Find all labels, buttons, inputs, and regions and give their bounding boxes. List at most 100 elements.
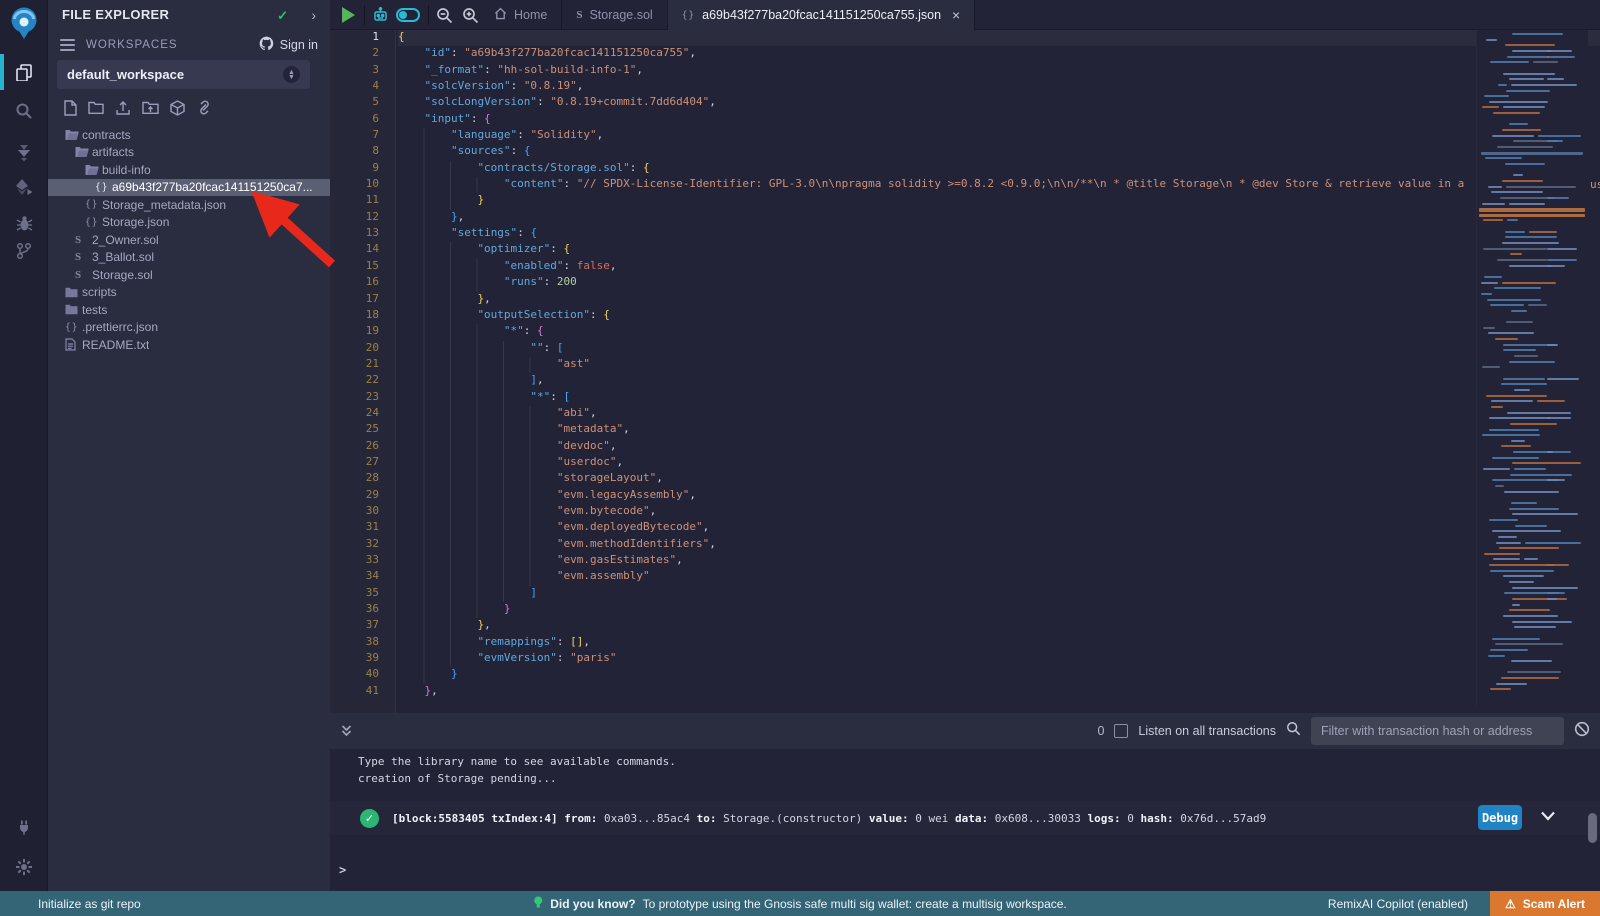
code-line[interactable]: { [398,30,1600,46]
code-line[interactable]: "outputSelection": { [398,308,1600,324]
code-line[interactable]: "evm.deployedBytecode", [398,520,1600,536]
file-tree-row[interactable]: S3_Ballot.sol [48,249,330,267]
init-git-repo-button[interactable]: Initialize as git repo [38,897,141,911]
git-icon[interactable] [0,236,48,266]
minimap[interactable] [1476,30,1588,706]
code-line[interactable]: "enabled": false, [398,259,1600,275]
file-tree-row[interactable]: scripts [48,284,330,302]
expand-terminal-icon[interactable] [340,724,353,738]
code-line[interactable]: "input": { [398,112,1600,128]
code-line[interactable]: ] [398,586,1600,602]
code-line[interactable]: "_format": "hh-sol-build-info-1", [398,63,1600,79]
run-script-button[interactable] [342,0,355,30]
github-sign-in-button[interactable]: Sign in [259,36,318,54]
tab-build-info-json[interactable]: {} a69b43f277ba20fcac141151250ca755.json… [668,0,976,30]
code-line[interactable]: ], [398,373,1600,389]
code-line[interactable]: "ast" [398,357,1600,373]
code-line[interactable]: "evm.bytecode", [398,504,1600,520]
code-line[interactable]: "*": { [398,324,1600,340]
github-icon [259,36,274,54]
debugger-icon[interactable] [0,208,48,238]
code-line[interactable]: "optimizer": { [398,242,1600,258]
code-line[interactable]: "abi", [398,406,1600,422]
upload-file-icon[interactable] [115,100,131,121]
code-line[interactable]: "evm.legacyAssembly", [398,488,1600,504]
minimap-line [1515,525,1548,527]
code-line[interactable]: }, [398,618,1600,634]
transaction-row[interactable]: ✓ [block:5583405 txIndex:4] from: 0xa03.… [330,801,1600,835]
code-line[interactable]: "solcLongVersion": "0.8.19+commit.7dd6d4… [398,95,1600,111]
code-line[interactable]: "contracts/Storage.sol": { [398,161,1600,177]
code-line[interactable]: "language": "Solidity", [398,128,1600,144]
file-explorer-icon[interactable] [0,57,48,87]
copilot-status[interactable]: RemixAI Copilot (enabled) [1328,897,1468,911]
code-line[interactable]: "solcVersion": "0.8.19", [398,79,1600,95]
listen-all-transactions-checkbox[interactable] [1114,724,1128,738]
code-line[interactable]: "evm.assembly" [398,569,1600,585]
code-line[interactable]: } [398,193,1600,209]
code-line[interactable]: "*": [ [398,390,1600,406]
link-icon[interactable] [196,100,213,121]
code-line[interactable]: } [398,667,1600,683]
minimap-line [1488,332,1535,334]
new-folder-icon[interactable] [88,100,104,121]
settings-gear-icon[interactable] [0,852,48,882]
minimap-line [1524,558,1538,560]
code-line[interactable]: "evm.gasEstimates", [398,553,1600,569]
file-tree-row[interactable]: README.txt [48,336,330,354]
code-line[interactable]: "metadata", [398,422,1600,438]
code-line[interactable]: "evm.methodIdentifiers", [398,537,1600,553]
code-line[interactable]: "storageLayout", [398,471,1600,487]
clear-console-icon[interactable] [1574,721,1590,742]
solidity-compiler-icon[interactable] [0,138,48,168]
search-icon[interactable] [0,96,48,126]
code-line[interactable]: "settings": { [398,226,1600,242]
plugin-manager-icon[interactable] [0,812,48,842]
upload-folder-icon[interactable] [142,100,159,121]
file-tree-row[interactable]: contracts [48,126,330,144]
code-line[interactable]: "runs": 200 [398,275,1600,291]
code-line[interactable]: }, [398,292,1600,308]
new-file-icon[interactable] [63,100,77,121]
remix-logo-icon[interactable] [8,6,40,40]
file-tree-row[interactable]: artifacts [48,144,330,162]
code-line[interactable]: "devdoc", [398,439,1600,455]
close-tab-icon[interactable]: × [952,7,960,23]
code-line[interactable]: "id": "a69b43f277ba20fcac141151250ca755"… [398,46,1600,62]
publish-box-icon[interactable] [170,100,185,121]
code-line[interactable]: } [398,602,1600,618]
workspaces-menu-icon[interactable] [60,39,75,54]
deploy-run-icon[interactable] [0,172,48,202]
debug-button[interactable]: Debug [1478,805,1522,830]
code-line[interactable]: "": [ [398,341,1600,357]
transaction-filter-input[interactable] [1311,717,1564,745]
code-line[interactable]: }, [398,684,1600,700]
code-line[interactable]: }, [398,210,1600,226]
scam-alert-button[interactable]: ⚠ Scam Alert [1490,891,1600,916]
code-line[interactable]: "content": "// SPDX-License-Identifier: … [398,177,1600,193]
file-tree-row[interactable]: {}a69b43f277ba20fcac141151250ca7... [48,179,330,197]
tab-storage-sol[interactable]: S Storage.sol [562,0,667,30]
code-lines[interactable]: {"id": "a69b43f277ba20fcac141151250ca755… [398,30,1600,713]
file-tree-row[interactable]: S2_Owner.sol [48,231,330,249]
terminal-prompt[interactable]: > [339,863,346,877]
code-line[interactable]: "sources": { [398,144,1600,160]
code-line[interactable]: "userdoc", [398,455,1600,471]
file-tree-row[interactable]: SStorage.sol [48,266,330,284]
ai-copilot-robot-icon[interactable] [372,0,389,30]
file-tree-row[interactable]: {}Storage.json [48,214,330,232]
file-tree-row[interactable]: {}Storage_metadata.json [48,196,330,214]
workspace-select[interactable]: default_workspace ▲▼ [57,60,310,89]
file-tree-row[interactable]: {}.prettierrc.json [48,319,330,337]
file-tree-row[interactable]: build-info [48,161,330,179]
zoom-in-icon[interactable] [462,0,479,30]
panel-chevron-right-icon[interactable]: › [311,7,316,23]
copilot-toggle[interactable] [396,0,420,30]
terminal-scrollbar-thumb[interactable] [1588,813,1597,843]
expand-transaction-icon[interactable] [1540,809,1556,827]
code-line[interactable]: "evmVersion": "paris" [398,651,1600,667]
tab-home[interactable]: Home [480,0,562,30]
file-tree-row[interactable]: tests [48,301,330,319]
code-line[interactable]: "remappings": [], [398,635,1600,651]
zoom-out-icon[interactable] [436,0,453,30]
